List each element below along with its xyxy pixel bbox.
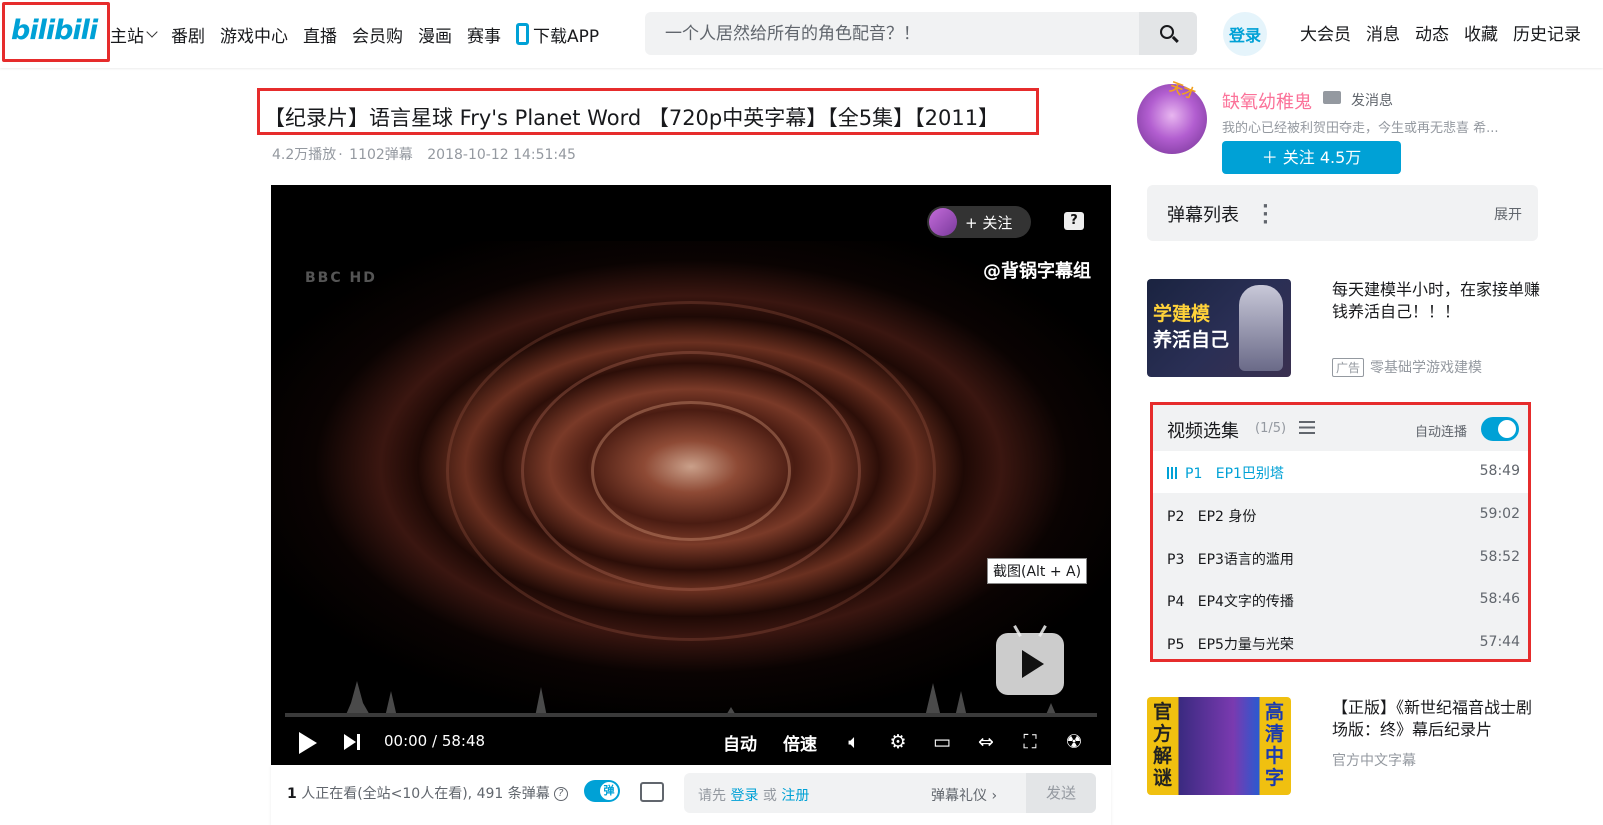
danmaku-list-title: 弹幕列表: [1167, 205, 1239, 226]
ad-thumb-line2: 养活自己: [1153, 329, 1230, 351]
danmaku-login-prompt: 请先 登录 或 注册: [698, 788, 810, 804]
ad-tag: 广告: [1332, 358, 1365, 377]
top-header: bilibili 主站 番剧 游戏中心 直播 会员购 漫画 赛事 下载APP 登…: [0, 0, 1603, 68]
picture-in-picture-icon[interactable]: ▭: [931, 731, 953, 753]
settings-gear-icon[interactable]: ⚙: [887, 731, 909, 753]
nav-favorites[interactable]: 收藏: [1464, 20, 1498, 45]
login-link[interactable]: 登录: [730, 788, 758, 804]
more-options-icon[interactable]: · · ·: [1262, 198, 1269, 232]
help-icon[interactable]: ?: [553, 787, 568, 801]
login-button[interactable]: 登录: [1223, 12, 1267, 56]
uploader-description: 我的心已经被利贺田夺走，今生或再无悲喜 希...: [1222, 121, 1499, 136]
publish-date: 2018-10-12 14:51:45: [427, 147, 576, 163]
viewer-count: 1 人正在看(全站<10人在看), 491 条弹幕?: [287, 783, 568, 803]
expand-button[interactable]: 展开: [1494, 204, 1522, 224]
danmaku-list-panel[interactable]: 弹幕列表 · · · 展开: [1147, 185, 1538, 241]
nav-dynamics[interactable]: 动态: [1415, 20, 1449, 45]
uploader-name[interactable]: 缺氧幼稚鬼: [1222, 88, 1312, 114]
danmaku-input[interactable]: 请先 登录 或 注册 弹幕礼仪 › 发送: [684, 773, 1096, 813]
search-input[interactable]: [645, 12, 1137, 55]
audio-waveform: [285, 681, 1095, 717]
follow-button[interactable]: ＋ 关注 4.5万: [1222, 141, 1401, 174]
ad-source[interactable]: 广告 零基础学游戏建模: [1332, 357, 1482, 377]
player-controls: 00:00 / 58:48 自动 倍速 🔈︎ ⚙ ▭ ⇔ ⛶ ☢: [271, 723, 1111, 765]
feedback-icon[interactable]: ?: [1064, 212, 1084, 230]
main-nav: 主站 番剧 游戏中心 直播 会员购 漫画 赛事 下载APP: [110, 20, 614, 48]
nav-game-center[interactable]: 游戏中心: [220, 22, 288, 47]
nav-esports[interactable]: 赛事: [467, 22, 501, 47]
nav-shop[interactable]: 会员购: [352, 22, 403, 47]
video-meta: 4.2万播放 · 1102弹幕 2018-10-12 14:51:45: [272, 147, 576, 163]
nav-messages[interactable]: 消息: [1366, 20, 1400, 45]
ad-title[interactable]: 每天建模半小时，在家接单赚钱养活自己！！！: [1332, 279, 1542, 323]
screenshot-tooltip: 截图(Alt + A): [987, 558, 1088, 584]
user-nav: 大会员 消息 动态 收藏 历史记录: [1300, 20, 1596, 45]
ad-thumb-line1: 学建模: [1153, 303, 1211, 325]
chevron-down-icon: [146, 25, 158, 38]
progress-bar[interactable]: [285, 713, 1097, 717]
nav-anime[interactable]: 番剧: [171, 22, 205, 47]
send-message-link[interactable]: 发消息: [1351, 90, 1393, 110]
next-icon[interactable]: [344, 734, 356, 750]
speed-button[interactable]: 倍速: [783, 730, 817, 755]
nav-live[interactable]: 直播: [303, 22, 337, 47]
fullscreen-icon[interactable]: ☢: [1063, 731, 1085, 753]
quality-auto-button[interactable]: 自动: [723, 730, 757, 755]
danmaku-count: 1102弹幕: [349, 147, 413, 163]
danmaku-bar: 1 人正在看(全站<10人在看), 491 条弹幕? 弹 请先 登录 或 注册 …: [271, 765, 1111, 825]
nav-vip[interactable]: 大会员: [1300, 20, 1351, 45]
play-icon[interactable]: [299, 732, 317, 754]
recommended-uploader[interactable]: 官方中文字幕: [1332, 750, 1416, 770]
danmaku-toggle[interactable]: 弹: [584, 780, 620, 802]
nav-history[interactable]: 历史记录: [1513, 20, 1581, 45]
register-link[interactable]: 注册: [781, 788, 809, 804]
nav-manga[interactable]: 漫画: [418, 22, 452, 47]
bbc-hd-logo: BBC HD: [305, 270, 377, 286]
search-button[interactable]: [1139, 12, 1197, 55]
recommended-thumbnail[interactable]: 官方解谜 高清中字: [1147, 697, 1291, 795]
video-title: 【纪录片】语言星球 Fry's Planet Word 【720p中英字幕】【全…: [264, 106, 1000, 130]
web-fullscreen-icon[interactable]: ⛶: [1019, 731, 1041, 753]
widescreen-icon[interactable]: ⇔: [975, 731, 997, 753]
nav-main-site[interactable]: 主站: [110, 22, 158, 47]
recommended-title[interactable]: 【正版】《新世纪福音战士剧场版：终》幕后纪录片: [1332, 697, 1542, 741]
volume-icon[interactable]: 🔈︎: [843, 731, 865, 753]
phone-icon: [516, 23, 529, 45]
search-bar: [645, 12, 1197, 55]
play-count: 4.2万播放: [272, 147, 337, 163]
rec-thumb-left-text: 官方解谜: [1153, 701, 1173, 789]
uploader-mini-avatar: [929, 208, 957, 236]
video-frame: [271, 241, 1111, 711]
player-follow-button[interactable]: + 关注: [927, 206, 1031, 238]
danmaku-settings-icon[interactable]: [640, 782, 664, 802]
danmaku-etiquette-link[interactable]: 弹幕礼仪 ›: [931, 785, 997, 805]
episode-highlight-box: [1150, 402, 1531, 662]
logo-text: bilibili: [11, 15, 98, 46]
nav-download-app[interactable]: 下载APP: [516, 22, 599, 47]
rec-thumb-right-text: 高清中字: [1265, 701, 1285, 789]
send-danmaku-button[interactable]: 发送: [1026, 773, 1096, 813]
video-player[interactable]: BBC HD @背锅字幕组 + 关注 ? 截图(Alt + A) 00:00 /…: [271, 185, 1111, 765]
subtitle-group-watermark: @背锅字幕组: [983, 261, 1091, 282]
mail-icon[interactable]: [1323, 91, 1341, 104]
ad-thumbnail[interactable]: 学建模 养活自己: [1147, 279, 1291, 377]
time-display: 00:00 / 58:48: [384, 732, 486, 750]
bilibili-logo[interactable]: bilibili: [2, 2, 110, 62]
